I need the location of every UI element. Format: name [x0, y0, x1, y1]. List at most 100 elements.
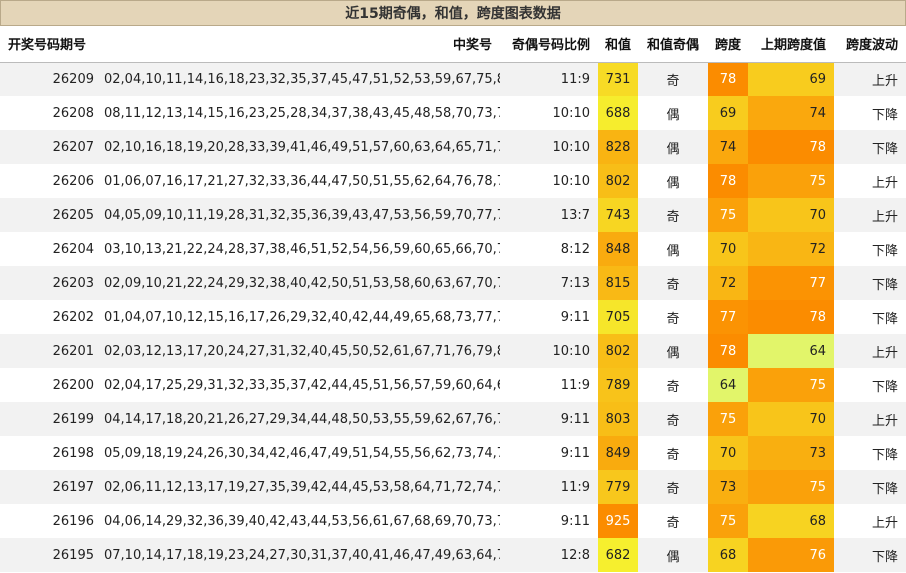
cell-prev-span: 75 [748, 470, 834, 504]
cell-sum-parity: 偶 [666, 141, 680, 157]
cell-span: 73 [708, 470, 748, 504]
cell-issue: 26209 [52, 71, 94, 87]
table-row: 26204 03,10,13,21,22,24,28,37,38,46,51,52… [0, 232, 906, 266]
cell-sum-parity: 奇 [666, 311, 680, 327]
table-row: 26200 02,04,17,25,29,31,32,33,35,37,42,44… [0, 368, 906, 402]
cell-ratio: 7:13 [560, 275, 590, 291]
cell-trend: 下降 [871, 141, 898, 157]
cell-numbers: 05,09,18,19,24,26,30,34,42,46,47,49,51,5… [104, 445, 500, 461]
cell-sum-parity: 奇 [666, 73, 680, 89]
cell-sum: 848 [598, 232, 638, 266]
cell-numbers: 07,10,14,17,18,19,23,24,27,30,31,37,40,4… [104, 547, 500, 563]
cell-numbers: 04,06,14,29,32,36,39,40,42,43,44,53,56,6… [104, 513, 500, 529]
cell-span: 78 [708, 62, 748, 96]
cell-sum-parity: 奇 [666, 481, 680, 497]
cell-issue: 26200 [52, 377, 94, 393]
cell-issue: 26207 [52, 139, 94, 155]
cell-numbers: 01,04,07,10,12,15,16,17,26,29,32,40,42,4… [104, 309, 500, 325]
cell-span: 74 [708, 130, 748, 164]
cell-sum: 743 [598, 198, 638, 232]
cell-ratio: 10:10 [552, 173, 590, 189]
cell-ratio: 8:12 [560, 241, 590, 257]
table-row: 26209 02,04,10,11,14,16,18,23,32,35,37,45… [0, 62, 906, 96]
table-row: 26203 02,09,10,21,22,24,29,32,38,40,42,50… [0, 266, 906, 300]
cell-sum: 705 [598, 300, 638, 334]
cell-sum: 802 [598, 334, 638, 368]
cell-issue: 26197 [52, 479, 94, 495]
header-ratio: 奇偶号码比例 [500, 26, 598, 63]
cell-span: 69 [708, 96, 748, 130]
cell-trend: 上升 [871, 209, 898, 225]
cell-prev-span: 76 [748, 538, 834, 572]
cell-sum-parity: 偶 [666, 175, 680, 191]
cell-prev-span: 68 [748, 504, 834, 538]
cell-prev-span: 70 [748, 402, 834, 436]
cell-sum: 789 [598, 368, 638, 402]
cell-prev-span: 73 [748, 436, 834, 470]
cell-numbers: 01,06,07,16,17,21,27,32,33,36,44,47,50,5… [104, 173, 500, 189]
cell-sum-parity: 奇 [666, 379, 680, 395]
cell-trend: 下降 [871, 243, 898, 259]
cell-ratio: 11:9 [560, 71, 590, 87]
cell-ratio: 9:11 [560, 309, 590, 325]
cell-sum-parity: 奇 [666, 447, 680, 463]
cell-trend: 下降 [871, 379, 898, 395]
cell-numbers: 02,09,10,21,22,24,29,32,38,40,42,50,51,5… [104, 275, 500, 291]
cell-sum-parity: 奇 [666, 413, 680, 429]
cell-trend: 下降 [871, 311, 898, 327]
cell-issue: 26199 [52, 411, 94, 427]
cell-trend: 下降 [871, 447, 898, 463]
stats-table: 开奖号码期号 中奖号 奇偶号码比例 和值 和值奇偶 跨度 上期跨度值 跨度波动 … [0, 26, 906, 572]
cell-numbers: 02,04,10,11,14,16,18,23,32,35,37,45,47,5… [104, 71, 500, 87]
cell-trend: 上升 [871, 73, 898, 89]
header-prev-span: 上期跨度值 [748, 26, 834, 63]
cell-span: 70 [708, 436, 748, 470]
cell-issue: 26205 [52, 207, 94, 223]
cell-span: 64 [708, 368, 748, 402]
table-row: 26196 04,06,14,29,32,36,39,40,42,43,44,53… [0, 504, 906, 538]
table-row: 26205 04,05,09,10,11,19,28,31,32,35,36,39… [0, 198, 906, 232]
cell-span: 77 [708, 300, 748, 334]
cell-numbers: 03,10,13,21,22,24,28,37,38,46,51,52,54,5… [104, 241, 500, 257]
cell-sum-parity: 奇 [666, 277, 680, 293]
cell-issue: 26204 [52, 241, 94, 257]
cell-ratio: 9:11 [560, 513, 590, 529]
cell-issue: 26203 [52, 275, 94, 291]
cell-prev-span: 72 [748, 232, 834, 266]
cell-numbers: 08,11,12,13,14,15,16,23,25,28,34,37,38,4… [104, 105, 500, 121]
cell-sum: 803 [598, 402, 638, 436]
page: 近15期奇偶，和值，跨度图表数据 开奖号码期号 中奖号 奇偶号码比例 和值 和值… [0, 0, 906, 573]
cell-sum-parity: 偶 [666, 107, 680, 123]
header-issue: 开奖号码期号 [0, 26, 104, 63]
table-row: 26208 08,11,12,13,14,15,16,23,25,28,34,37… [0, 96, 906, 130]
cell-issue: 26202 [52, 309, 94, 325]
cell-prev-span: 64 [748, 334, 834, 368]
cell-span: 72 [708, 266, 748, 300]
cell-ratio: 11:9 [560, 377, 590, 393]
cell-prev-span: 75 [748, 368, 834, 402]
cell-sum: 849 [598, 436, 638, 470]
cell-numbers: 02,04,17,25,29,31,32,33,35,37,42,44,45,5… [104, 377, 500, 393]
cell-trend: 上升 [871, 413, 898, 429]
page-title: 近15期奇偶，和值，跨度图表数据 [0, 0, 906, 26]
cell-span: 78 [708, 334, 748, 368]
cell-ratio: 13:7 [560, 207, 590, 223]
cell-sum-parity: 偶 [666, 345, 680, 361]
cell-span: 75 [708, 198, 748, 232]
cell-sum: 779 [598, 470, 638, 504]
header-numbers: 中奖号 [104, 26, 500, 63]
table-row: 26201 02,03,12,13,17,20,24,27,31,32,40,45… [0, 334, 906, 368]
cell-issue: 26206 [52, 173, 94, 189]
cell-prev-span: 77 [748, 266, 834, 300]
cell-prev-span: 69 [748, 62, 834, 96]
header-span: 跨度 [708, 26, 748, 63]
cell-sum: 682 [598, 538, 638, 572]
table-row: 26195 07,10,14,17,18,19,23,24,27,30,31,37… [0, 538, 906, 572]
cell-issue: 26196 [52, 513, 94, 529]
cell-sum: 815 [598, 266, 638, 300]
cell-trend: 下降 [871, 549, 898, 565]
cell-numbers: 02,10,16,18,19,20,28,33,39,41,46,49,51,5… [104, 139, 500, 155]
cell-sum: 802 [598, 164, 638, 198]
cell-sum-parity: 偶 [666, 549, 680, 565]
cell-sum: 731 [598, 62, 638, 96]
